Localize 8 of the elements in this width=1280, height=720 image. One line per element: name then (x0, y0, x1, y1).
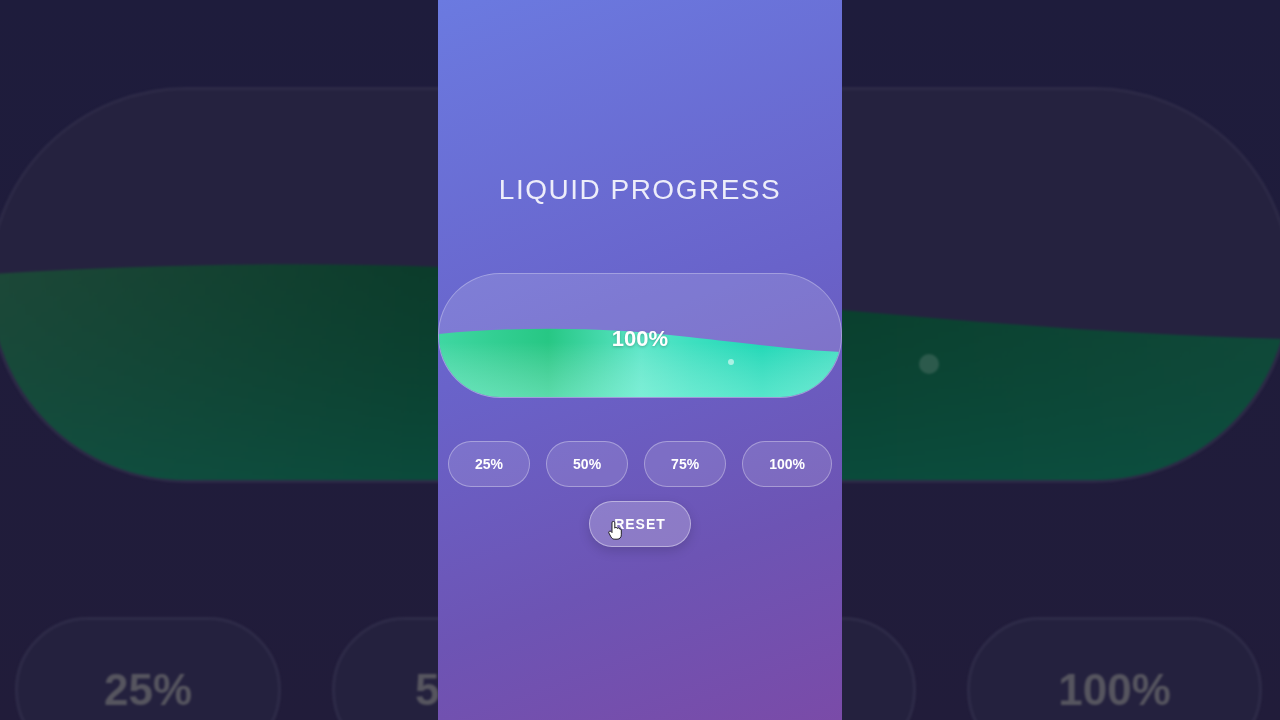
progress-reading: 100% (611, 325, 669, 352)
preset-button[interactable]: 100% (742, 441, 832, 487)
page-title: LIQUID PROGRESS (498, 173, 782, 207)
reset-button[interactable]: RESET (589, 501, 691, 547)
preset-button[interactable]: 50% (546, 441, 629, 487)
bubble-icon (728, 359, 734, 365)
preset-button[interactable]: 75% (644, 441, 727, 487)
preset-button[interactable]: 25% (448, 441, 531, 487)
